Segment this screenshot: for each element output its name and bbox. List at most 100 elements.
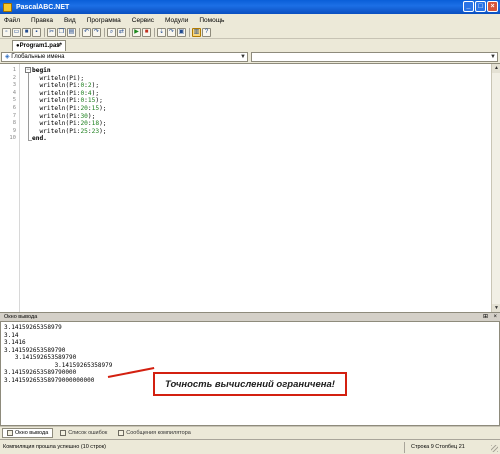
line-number-gutter: 1 2 3 4 5 6 7 8 9 10 bbox=[0, 64, 20, 313]
line-number: 7 bbox=[12, 112, 16, 119]
close-button[interactable]: × bbox=[487, 1, 498, 12]
step-over-icon[interactable]: ↷ bbox=[167, 27, 176, 37]
tab-error-list[interactable]: Список ошибок bbox=[56, 428, 111, 438]
output-line: 3.14159265358979 bbox=[4, 324, 62, 331]
pin-icon[interactable]: ⊞ bbox=[483, 313, 488, 321]
line-number: 4 bbox=[12, 89, 16, 96]
code-text: writeln(Pi: bbox=[32, 82, 81, 90]
scroll-up-icon[interactable]: ▲ bbox=[492, 64, 500, 73]
line-number: 5 bbox=[12, 97, 16, 104]
app-icon bbox=[3, 2, 12, 12]
resize-grip-icon[interactable] bbox=[491, 445, 498, 452]
output-window-icon[interactable]: ▥ bbox=[192, 27, 201, 37]
toolbar-separator bbox=[189, 27, 190, 37]
tab-compiler-messages[interactable]: Сообщения компилятора bbox=[114, 428, 195, 438]
save-all-icon[interactable]: ▪ bbox=[32, 27, 41, 37]
editor-vertical-scrollbar[interactable]: ▲ ▼ bbox=[491, 64, 500, 313]
menu-file[interactable]: Файл bbox=[4, 17, 20, 24]
cut-icon[interactable]: ✂ bbox=[47, 27, 56, 37]
toolbar: ▫ ▭ ■ ▪ ✂ ❐ ▤ ↶ ↷ ⌕ ⇄ ▶ ■ ⇣ ↷ ▣ ▥? bbox=[0, 26, 500, 39]
code-text: writeln(Pi: bbox=[32, 120, 81, 128]
line-number: 8 bbox=[12, 120, 16, 127]
window-title: PascalABC.NET bbox=[16, 3, 70, 11]
replace-icon[interactable]: ⇄ bbox=[117, 27, 126, 37]
find-icon[interactable]: ⌕ bbox=[107, 27, 116, 37]
code-number: 23 bbox=[91, 127, 100, 135]
tab-output-window-label: Окно вывода bbox=[15, 430, 49, 436]
code-text: ); bbox=[91, 82, 100, 90]
output-line: 3.14159265358979000000000 bbox=[4, 376, 95, 384]
code-line: end. bbox=[32, 135, 47, 142]
toolbar-separator bbox=[129, 27, 130, 37]
paste-icon[interactable]: ▤ bbox=[67, 27, 76, 37]
run-icon[interactable]: ▶ bbox=[132, 27, 141, 37]
menu-help[interactable]: Помощь bbox=[199, 17, 224, 24]
code-line: writeln(Pi:0:2); bbox=[32, 82, 99, 89]
chevron-down-icon: ▼ bbox=[240, 54, 246, 60]
editor-tab-strip: ●Program1.pas* × bbox=[0, 39, 500, 51]
status-divider bbox=[404, 442, 405, 453]
output-window-icon bbox=[7, 430, 13, 436]
code-line: writeln(Pi:25:23); bbox=[32, 127, 107, 135]
stop-icon[interactable]: ■ bbox=[142, 27, 151, 37]
code-text: writeln(Pi); bbox=[32, 74, 85, 82]
code-text: writeln(Pi: bbox=[32, 127, 81, 135]
code-editor[interactable]: 1 2 3 4 5 6 7 8 9 10 − begin writeln(Pi); writeln… bbox=[0, 63, 500, 313]
status-message: Компиляция прошла успешно (10 строк) bbox=[3, 444, 106, 450]
minimize-button[interactable]: _ bbox=[463, 1, 474, 12]
code-text: ); bbox=[91, 89, 100, 97]
tab-output-window[interactable]: Окно вывода bbox=[2, 428, 54, 438]
toolbar-separator bbox=[44, 27, 45, 37]
menu-modules[interactable]: Модули bbox=[165, 17, 188, 24]
new-file-icon[interactable]: ▫ bbox=[2, 27, 11, 37]
maximize-button[interactable]: □ bbox=[475, 1, 486, 12]
line-number: 2 bbox=[12, 74, 16, 81]
menu-program[interactable]: Программа bbox=[87, 17, 121, 24]
code-text: ); bbox=[87, 112, 96, 120]
copy-icon[interactable]: ❐ bbox=[57, 27, 66, 37]
step-into-icon[interactable]: ⇣ bbox=[157, 27, 166, 37]
save-icon[interactable]: ■ bbox=[22, 27, 31, 37]
code-text: writeln(Pi: bbox=[32, 112, 81, 120]
code-line: writeln(Pi:0:15); bbox=[32, 97, 102, 105]
cursor-position: Строка 9 Столбец 21 bbox=[411, 444, 465, 450]
code-line: writeln(Pi:0:4); bbox=[32, 90, 99, 97]
output-line: 3.141592653589790000 bbox=[4, 369, 77, 376]
menu-tools[interactable]: Сервис bbox=[132, 17, 154, 24]
redo-icon[interactable]: ↷ bbox=[92, 27, 101, 37]
menu-edit[interactable]: Правка bbox=[31, 17, 53, 24]
undo-icon[interactable]: ↶ bbox=[82, 27, 91, 37]
line-number: 3 bbox=[12, 82, 16, 89]
tab-error-list-label: Список ошибок bbox=[68, 430, 108, 436]
bottom-panel-tabs: Окно вывода Список ошибок Сообщения комп… bbox=[0, 426, 500, 439]
member-select[interactable]: ▼ bbox=[251, 52, 498, 62]
code-line: writeln(Pi:20:15); bbox=[32, 105, 107, 112]
scope-select[interactable]: ◈ Глобальные имена ▼ bbox=[1, 52, 248, 62]
output-line: 3.14 bbox=[4, 331, 19, 339]
code-number: 25 bbox=[80, 127, 88, 135]
line-number: 10 bbox=[9, 135, 16, 142]
output-window-header: Окно вывода ⊞ × bbox=[0, 312, 500, 321]
code-text: writeln(Pi: bbox=[32, 89, 81, 97]
output-line: 3.141592653589790 bbox=[4, 346, 66, 354]
code-line: begin bbox=[32, 67, 51, 74]
scope-select-value: Глобальные имена bbox=[11, 54, 65, 60]
open-file-icon[interactable]: ▭ bbox=[12, 27, 21, 37]
help-icon[interactable]: ? bbox=[202, 27, 211, 37]
code-text: writeln(Pi: bbox=[32, 105, 81, 112]
menu-bar: Файл Правка Вид Программа Сервис Модули … bbox=[0, 14, 500, 26]
code-line: writeln(Pi:20:18); bbox=[32, 120, 106, 128]
tab-close-icon[interactable]: × bbox=[57, 41, 61, 51]
menu-view[interactable]: Вид bbox=[64, 17, 76, 24]
code-text: ); bbox=[99, 105, 107, 112]
status-bar: Компиляция прошла успешно (10 строк) Стр… bbox=[0, 439, 500, 454]
toolbar-separator bbox=[104, 27, 105, 37]
debug-window-icon[interactable]: ▣ bbox=[177, 27, 186, 37]
title-bar: PascalABC.NET _ □ × bbox=[0, 0, 500, 14]
tab-program1[interactable]: ●Program1.pas* × bbox=[12, 40, 66, 51]
code-text: ); bbox=[99, 127, 107, 135]
close-icon[interactable]: × bbox=[493, 313, 497, 321]
output-window-title: Окно вывода bbox=[4, 314, 38, 320]
line-number: 9 bbox=[12, 127, 16, 134]
code-text: writeln(Pi: bbox=[32, 97, 81, 105]
